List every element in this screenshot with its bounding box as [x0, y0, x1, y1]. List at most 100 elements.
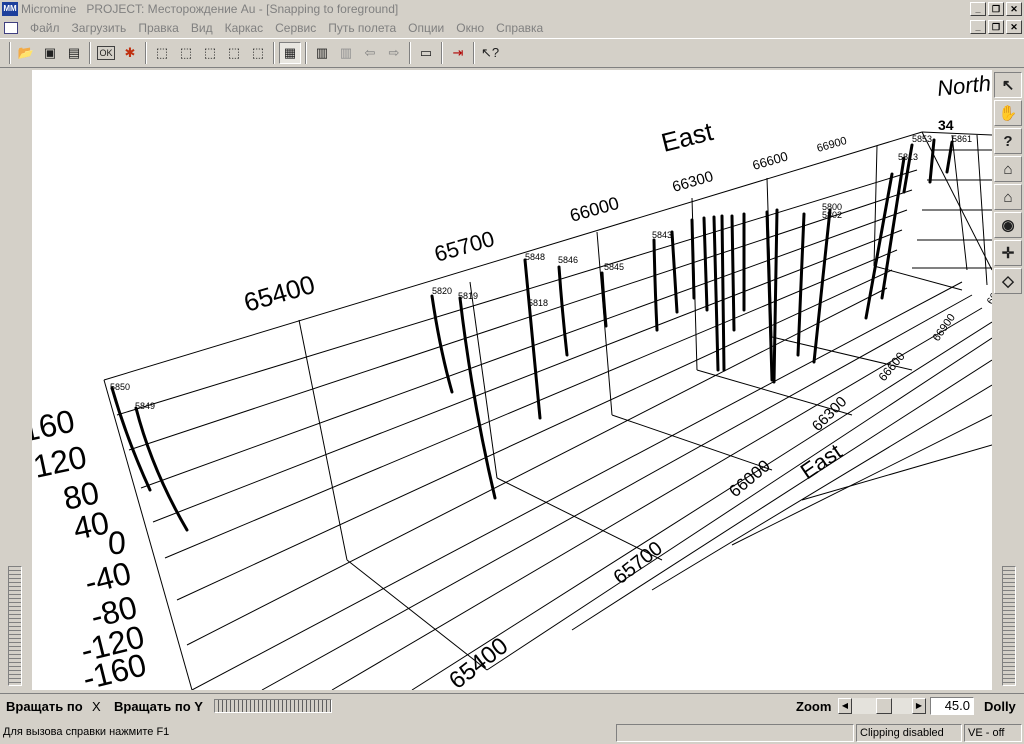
save-all-icon[interactable]: ▤ [63, 42, 85, 64]
pointer-icon[interactable]: ↖ [994, 72, 1022, 98]
bottom-tick: 66900 [985, 277, 992, 307]
status-help-text: Для вызова справки нажмите F1 [3, 726, 170, 738]
ok-button[interactable]: OK [97, 46, 115, 60]
cube-view-1-icon[interactable]: ⬚ [151, 42, 173, 64]
rotate-x-axis[interactable]: X [92, 699, 101, 714]
axis-labels: East North 34 East 65400 65700 66000 663… [240, 70, 992, 690]
side-tool-palette: ↖ ✋ ? ⌂ ⌂ ◉ ✛ ◇ [994, 72, 1022, 294]
top-tick: 65400 [240, 269, 318, 318]
hole-label: 5819 [458, 291, 478, 301]
bottom-tick: 66300 [809, 393, 851, 435]
elev-tick: 40 [70, 504, 112, 547]
menu-load[interactable]: Загрузить [66, 21, 133, 35]
toolbar: 📂 ▣ ▤ OK ✱ ⬚ ⬚ ⬚ ⬚ ⬚ ▦ ▥ ▥ ⇦ ⇨ ▭ ⇥ ↖? [0, 38, 1024, 68]
bottom-tick: 66000 [725, 456, 773, 501]
top-tick: 65700 [431, 226, 497, 267]
cube-view-4-icon[interactable]: ⬚ [223, 42, 245, 64]
cube-view-2-icon[interactable]: ⬚ [175, 42, 197, 64]
menu-options[interactable]: Опции [402, 21, 450, 35]
hole-label: 5802 [822, 210, 842, 220]
zoom-left-arrow-icon[interactable]: ◀ [838, 698, 852, 714]
3d-viewport[interactable]: 5850 5849 5820 5819 5848 5818 5846 5845 … [32, 70, 992, 690]
north-axis-label: North [936, 70, 992, 100]
hole-label: 5843 [652, 230, 672, 240]
target-icon[interactable]: ✛ [994, 240, 1022, 266]
grid-lines [103, 131, 992, 690]
hole-label: 5820 [432, 286, 452, 296]
hand-icon[interactable]: ✋ [994, 100, 1022, 126]
bottom-tick: 66900 [931, 312, 958, 344]
restore-button[interactable]: ❐ [988, 2, 1004, 16]
top-tick: 66000 [568, 193, 622, 226]
cube-view-5-icon[interactable]: ⬚ [247, 42, 269, 64]
home-icon[interactable]: ⌂ [994, 156, 1022, 182]
hole-label: 5818 [528, 298, 548, 308]
window-icon[interactable]: ▭ [415, 42, 437, 64]
micromine-logo-icon: MM [2, 2, 18, 16]
status-empty-pane [616, 724, 854, 742]
window-title: PROJECT: Месторождение Au - [Snapping to… [86, 2, 399, 16]
dolly-label[interactable]: Dolly [984, 699, 1016, 714]
help-pointer-icon[interactable]: ↖? [479, 42, 501, 64]
status-bar: Для вызова справки нажмите F1 Clipping d… [0, 722, 1024, 744]
document-icon[interactable] [4, 21, 18, 34]
grid-icon[interactable]: ▦ [279, 42, 301, 64]
eye-icon[interactable]: ◉ [994, 212, 1022, 238]
east-axis-label-top: East [658, 116, 716, 158]
arrow-left-icon[interactable]: ⇦ [359, 42, 381, 64]
rotate-x-label: Вращать по [6, 699, 83, 714]
menu-view[interactable]: Вид [185, 21, 219, 35]
menu-flight-path[interactable]: Путь полета [322, 21, 402, 35]
menu-edit[interactable]: Правка [132, 21, 185, 35]
menu-service[interactable]: Сервис [269, 21, 322, 35]
top-tick: 66900 [816, 135, 849, 155]
child-restore-button[interactable]: ❐ [988, 20, 1004, 34]
rotate-y-label: Вращать по Y [114, 699, 203, 714]
stack-icon[interactable]: ▥ [311, 42, 333, 64]
close-button[interactable]: ✕ [1006, 2, 1022, 16]
north-tick-label: 34 [938, 117, 954, 133]
cube-icon[interactable]: ◇ [994, 268, 1022, 294]
bottom-tick: 65400 [444, 632, 513, 690]
app-name: Micromine [21, 2, 77, 16]
zoom-right-arrow-icon[interactable]: ▶ [912, 698, 926, 714]
open-icon[interactable]: 📂 [15, 42, 37, 64]
hole-label: 5850 [110, 382, 130, 392]
arrow-right-icon[interactable]: ⇨ [383, 42, 405, 64]
exit-icon[interactable]: ⇥ [447, 42, 469, 64]
zoom-value-input[interactable]: 45.0 [930, 697, 974, 715]
child-minimize-button[interactable]: _ [970, 20, 986, 34]
hole-label: 5849 [135, 401, 155, 411]
rotate-y-slider[interactable] [214, 699, 332, 713]
top-tick: 66300 [670, 168, 715, 196]
home-set-icon[interactable]: ⌂ [994, 184, 1022, 210]
stack-faded-icon[interactable]: ▥ [335, 42, 357, 64]
title-bar: MM Micromine PROJECT: Месторождение Au -… [0, 0, 1024, 18]
help-icon[interactable]: ? [994, 128, 1022, 154]
right-rotation-slider[interactable] [1002, 566, 1016, 686]
child-close-button[interactable]: ✕ [1006, 20, 1022, 34]
cube-view-3-icon[interactable]: ⬚ [199, 42, 221, 64]
3d-scene: 5850 5849 5820 5819 5848 5818 5846 5845 … [32, 70, 992, 690]
control-bar: Вращать по X Вращать по Y Zoom ◀ ▶ 45.0 … [0, 693, 1024, 719]
save-icon[interactable]: ▣ [39, 42, 61, 64]
zoom-label: Zoom [796, 699, 832, 714]
color-icon[interactable]: ✱ [119, 42, 141, 64]
status-ve: VE - off [964, 724, 1022, 742]
hole-label: 5846 [558, 255, 578, 265]
hole-label: 5813 [898, 152, 918, 162]
status-clipping: Clipping disabled [856, 724, 962, 742]
menu-window[interactable]: Окно [450, 21, 490, 35]
bottom-tick: 65700 [610, 537, 667, 589]
hole-label: 5853 [912, 134, 932, 144]
menu-wireframe[interactable]: Каркас [219, 21, 270, 35]
minimize-button[interactable]: _ [970, 2, 986, 16]
left-rotation-slider[interactable] [8, 566, 22, 686]
menu-file[interactable]: Файл [24, 21, 66, 35]
top-tick: 66600 [751, 148, 790, 172]
hole-label: 5845 [604, 262, 624, 272]
hole-label: 5848 [525, 252, 545, 262]
menu-bar: Файл Загрузить Правка Вид Каркас Сервис … [0, 18, 1024, 37]
zoom-thumb[interactable] [876, 698, 892, 714]
menu-help[interactable]: Справка [490, 21, 549, 35]
